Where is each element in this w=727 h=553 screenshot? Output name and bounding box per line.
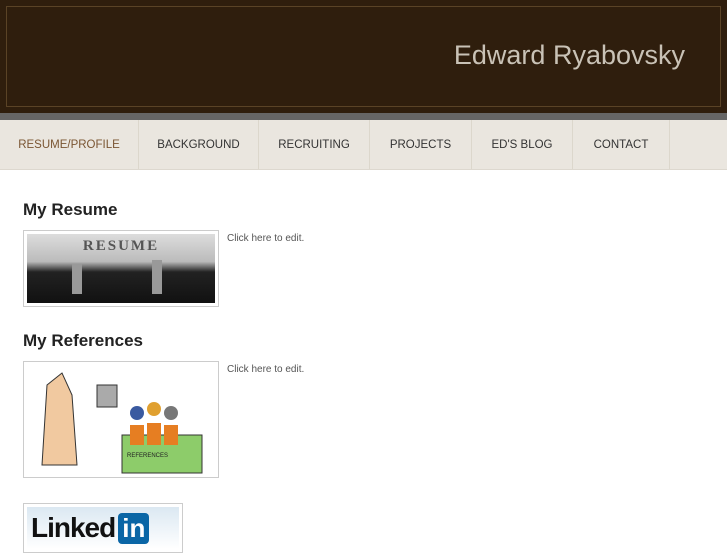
main-nav: RESUME/PROFILE BACKGROUND RECRUITING PRO… (0, 120, 727, 170)
site-title[interactable]: Edward Ryabovsky (454, 40, 685, 71)
references-cartoon: REFERENCES (41, 372, 203, 474)
nav-recruiting[interactable]: RECRUITING (259, 120, 370, 169)
references-edit-note[interactable]: Click here to edit. (227, 364, 304, 375)
references-heading: My References (23, 331, 144, 350)
linkedin-in-icon: in (118, 512, 150, 544)
linkedin-text: Linked (31, 512, 116, 543)
nav-resume-profile[interactable]: RESUME/PROFILE (0, 120, 139, 169)
svg-text:REFERENCES: REFERENCES (127, 453, 168, 459)
resume-image-text: RESUME (82, 238, 160, 254)
nav-background[interactable]: BACKGROUND (139, 120, 259, 169)
linkedin-badge[interactable]: Linked in (23, 503, 183, 553)
nav-contact[interactable]: CONTACT (573, 120, 670, 169)
site-header: Edward Ryabovsky (0, 0, 727, 113)
nav-projects[interactable]: PROJECTS (370, 120, 472, 169)
header-divider (0, 113, 727, 120)
resume-heading: My Resume (23, 200, 118, 219)
resume-image[interactable]: RESUME (23, 230, 219, 307)
resume-edit-note[interactable]: Click here to edit. (227, 233, 304, 244)
references-image[interactable]: REFERENCES (23, 361, 219, 478)
nav-eds-blog[interactable]: ED'S BLOG (472, 120, 573, 169)
